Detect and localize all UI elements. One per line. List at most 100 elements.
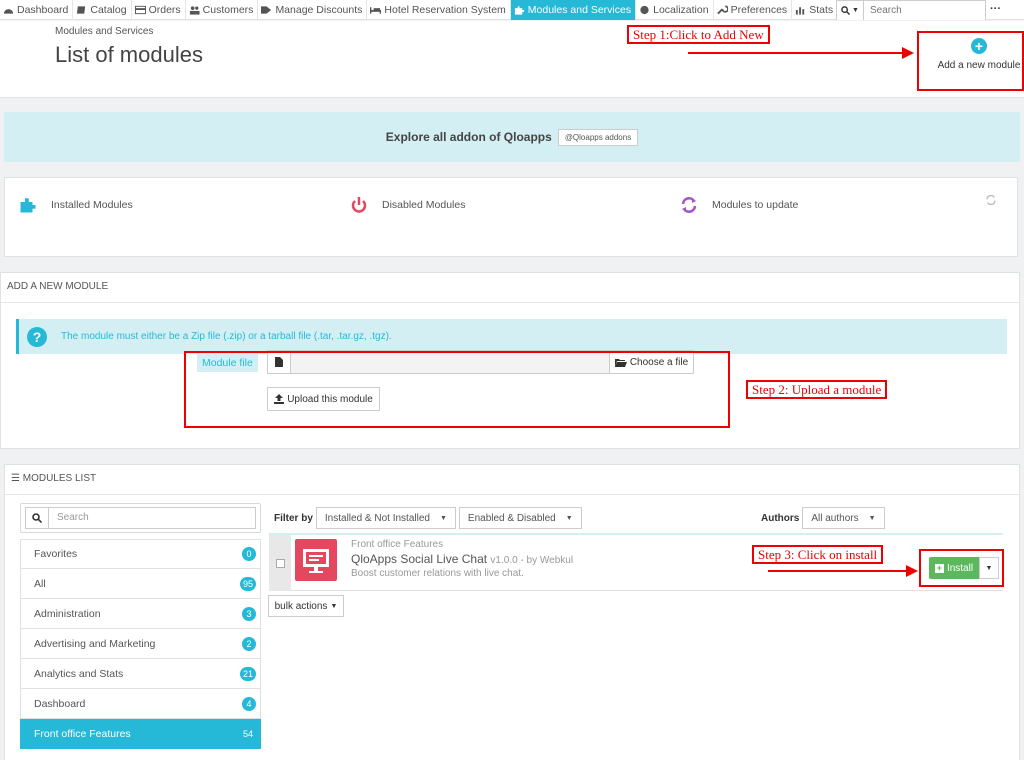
addons-banner: Explore all addon of Qloapps @Qloapps ad… bbox=[4, 112, 1020, 162]
category-label: Administration bbox=[34, 607, 101, 620]
status-to-update-label: Modules to update bbox=[712, 199, 799, 211]
category-count: 21 bbox=[239, 666, 256, 681]
caret-down-icon: ▼ bbox=[565, 514, 573, 522]
install-status-select[interactable]: Installed & Not Installed ▼ bbox=[315, 507, 456, 529]
nav-item-label: Dashboard bbox=[17, 3, 69, 16]
panel-heading: ☰ MODULES LIST bbox=[5, 465, 1019, 495]
search-icon bbox=[841, 6, 851, 15]
nav-item-label: Catalog bbox=[90, 3, 127, 16]
module-checkbox[interactable] bbox=[275, 558, 285, 568]
annotation-box-upload bbox=[184, 351, 730, 428]
top-search: ▼ bbox=[836, 0, 986, 20]
power-icon bbox=[351, 197, 367, 213]
nav-item-label: Localization bbox=[653, 3, 709, 16]
category-count: 95 bbox=[239, 576, 256, 591]
annotation-step2: Step 2: Upload a module bbox=[746, 380, 888, 399]
modules-list-heading: MODULES LIST bbox=[22, 473, 97, 484]
annotation-arrow-1 bbox=[688, 52, 904, 54]
module-search-input[interactable]: Search bbox=[49, 507, 256, 529]
nav-item-modules-and-services[interactable]: Modules and Services bbox=[510, 0, 637, 20]
upload-info-text: The module must either be a Zip file (.z… bbox=[61, 331, 392, 342]
authors-value: All authors bbox=[811, 512, 859, 524]
page-title: List of modules bbox=[55, 42, 203, 67]
category-sidebar: Search Favorites 0 All 95 Administration 3 … bbox=[20, 503, 261, 749]
category-count: 4 bbox=[242, 696, 256, 711]
nav-item-label: Orders bbox=[148, 3, 181, 16]
install-status-value: Installed & Not Installed bbox=[324, 512, 430, 524]
nav-item-localization[interactable]: Localization bbox=[636, 0, 714, 20]
status-disabled-label: Disabled Modules bbox=[382, 199, 466, 211]
category-favorites[interactable]: Favorites 0 bbox=[20, 539, 261, 569]
status-installed[interactable]: Installed Modules bbox=[19, 196, 133, 214]
module-name: QloApps Social Live Chat bbox=[351, 552, 488, 566]
authors-select[interactable]: All authors ▼ bbox=[802, 507, 885, 529]
qloapps-addons-button[interactable]: @Qloapps addons bbox=[557, 128, 639, 146]
status-installed-label: Installed Modules bbox=[51, 199, 133, 211]
category-label: Front office Features bbox=[34, 727, 131, 740]
annotation-arrow-3 bbox=[768, 570, 908, 572]
puzzle-icon bbox=[514, 5, 524, 15]
caret-down-icon: ▼ bbox=[330, 602, 338, 610]
nav-item-label: Modules and Services bbox=[527, 3, 632, 16]
refresh-icon[interactable] bbox=[985, 194, 997, 206]
category-analytics-stats[interactable]: Analytics and Stats 21 bbox=[20, 659, 261, 689]
wrench-icon bbox=[716, 4, 728, 14]
category-label: All bbox=[34, 577, 46, 590]
category-search: Search bbox=[20, 503, 261, 533]
category-administration[interactable]: Administration 3 bbox=[20, 599, 261, 629]
status-to-update[interactable]: Modules to update bbox=[680, 196, 798, 214]
module-row: Front office Features QloApps Social Liv… bbox=[269, 533, 1003, 591]
category-label: Favorites bbox=[34, 548, 78, 560]
search-input[interactable] bbox=[864, 0, 986, 20]
annotation-step3: Step 3: Click on install bbox=[752, 545, 884, 564]
authors-filter: Authors All authors ▼ bbox=[761, 507, 888, 529]
nav-item-catalog[interactable]: Catalog bbox=[73, 0, 132, 20]
panel-heading: ADD A NEW MODULE bbox=[1, 273, 1019, 303]
nav-item-manage-discounts[interactable]: Manage Discounts bbox=[258, 0, 368, 20]
caret-down-icon: ▼ bbox=[852, 7, 859, 14]
annotation-arrowhead-1 bbox=[902, 47, 914, 59]
banner-text: Explore all addon of Qloapps bbox=[385, 130, 552, 144]
nav-item-hotel-reservation[interactable]: Hotel Reservation System bbox=[367, 0, 511, 20]
more-menu-button[interactable]: ··· bbox=[990, 3, 1001, 15]
upload-info-alert: ? The module must either be a Zip file (… bbox=[16, 319, 1007, 354]
nav-item-label: Customers bbox=[202, 3, 254, 16]
bulk-actions-button[interactable]: bulk actions ▼ bbox=[268, 595, 344, 617]
annotation-box-install bbox=[919, 549, 1004, 587]
category-all[interactable]: All 95 bbox=[20, 569, 261, 599]
module-version: v1.0.0 - by Webkul bbox=[490, 555, 574, 566]
search-type-button[interactable]: ▼ bbox=[836, 0, 864, 20]
nav-item-label: Preferences bbox=[730, 3, 788, 16]
dashboard-icon bbox=[3, 8, 14, 14]
category-front-office-features[interactable]: Front office Features 54 bbox=[20, 719, 261, 749]
annotation-arrowhead-3 bbox=[906, 565, 918, 577]
category-advertising-marketing[interactable]: Advertising and Marketing 2 bbox=[20, 629, 261, 659]
list-icon: ☰ bbox=[11, 473, 20, 484]
nav-item-label: Stats bbox=[809, 3, 834, 16]
bar-chart-icon bbox=[796, 6, 805, 15]
breadcrumb[interactable]: Modules and Services bbox=[55, 26, 153, 37]
nav-item-stats[interactable]: Stats bbox=[792, 0, 839, 20]
search-button[interactable] bbox=[25, 507, 49, 529]
caret-down-icon: ▼ bbox=[868, 514, 876, 522]
refresh-icon bbox=[681, 197, 697, 213]
status-disabled[interactable]: Disabled Modules bbox=[350, 196, 465, 214]
globe-icon bbox=[640, 5, 649, 14]
nav-item-preferences[interactable]: Preferences bbox=[714, 0, 793, 20]
top-navigation: Dashboard Catalog Orders Customers Manag… bbox=[0, 0, 1024, 20]
category-count: 2 bbox=[242, 636, 256, 651]
nav-item-orders[interactable]: Orders bbox=[132, 0, 186, 20]
enabled-status-select[interactable]: Enabled & Disabled ▼ bbox=[458, 507, 582, 529]
nav-item-dashboard[interactable]: Dashboard bbox=[0, 0, 74, 20]
question-circle-icon: ? bbox=[27, 326, 47, 347]
bed-icon bbox=[370, 6, 382, 14]
category-label: Analytics and Stats bbox=[34, 667, 124, 680]
nav-item-customers[interactable]: Customers bbox=[186, 0, 259, 20]
modules-list-panel: ☰ MODULES LIST Search Favorites 0 All 95 A… bbox=[4, 464, 1020, 760]
book-icon bbox=[77, 5, 86, 14]
page-header: Modules and Services List of modules + A… bbox=[0, 21, 1024, 98]
category-dashboard[interactable]: Dashboard 4 bbox=[20, 689, 261, 719]
users-icon bbox=[189, 5, 200, 15]
nav-item-label: Manage Discounts bbox=[275, 3, 363, 16]
search-icon bbox=[32, 513, 42, 523]
